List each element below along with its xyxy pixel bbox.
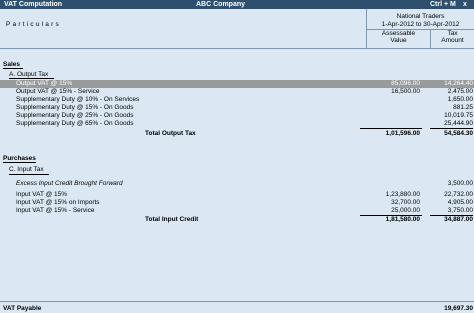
row-label: Supplementary Duty @ 25% - On Goods (16, 112, 134, 119)
row-label: Supplementary Duty @ 15% - On Goods (16, 104, 134, 111)
row-tax: 22,732.00 (444, 191, 473, 198)
col-tax-line1: Tax (447, 30, 458, 37)
total-output-label: Total Output Tax (145, 130, 196, 137)
row-tax: 2,475.00 (447, 88, 473, 95)
table-row[interactable]: Input VAT @ 15% - Service 25,000.00 3,75… (0, 207, 474, 215)
row-tax: 881.25 (453, 104, 473, 111)
row-label: Input VAT @ 15% - Service (16, 207, 95, 214)
total-rule-value (360, 128, 422, 129)
row-tax: 1,650.00 (447, 96, 473, 103)
title-bar: VAT Computation ABC Company Ctrl + M x (0, 0, 474, 9)
row-tax: 3,750.00 (447, 207, 473, 214)
total-output-tax: 54,584.30 (444, 130, 473, 137)
vat-computation-screen: VAT Computation ABC Company Ctrl + M x P… (0, 0, 474, 313)
vat-payable-label: VAT Payable (3, 305, 42, 312)
row-tax: 10,019.75 (444, 112, 473, 119)
row-label: Supplementary Duty @ 65% - On Goods (16, 120, 134, 127)
col-assessable-line2: Value (390, 37, 407, 44)
row-label: Output VAT @ 15% - Service (16, 88, 100, 95)
row-tax: 3,500.00 (447, 180, 473, 187)
close-icon[interactable]: x (463, 0, 467, 9)
input-tax-underline (9, 174, 49, 175)
shortcut-ctrl-m[interactable]: Ctrl + M (430, 0, 456, 9)
table-row[interactable]: Excess Input Credit Brought Forward 3,50… (0, 180, 474, 188)
row-label: Output VAT @ 15% (16, 80, 73, 87)
col-tax-line2: Amount (441, 37, 464, 44)
sales-underline (3, 68, 23, 69)
row-tax: 14,264.40 (444, 80, 473, 87)
table-row[interactable]: Supplementary Duty @ 65% - On Goods 25,4… (0, 120, 474, 128)
table-row[interactable]: Supplementary Duty @ 25% - On Goods 10,0… (0, 112, 474, 120)
table-row[interactable]: Output VAT @ 15% 85,096.00 14,264.40 (0, 80, 474, 88)
total-input-row[interactable]: Total Input Credit 1,81,580.00 34,887.00 (0, 216, 474, 224)
row-tax: 25,444.90 (444, 120, 473, 127)
total-input-tax: 34,887.00 (444, 216, 473, 223)
vat-payable-amount: 19,697.30 (444, 305, 473, 312)
purchases-underline (3, 162, 36, 163)
total-rule-tax (430, 128, 473, 129)
row-label: Excess Input Credit Brought Forward (16, 180, 123, 187)
col-assessable-line1: Assessable (381, 30, 416, 37)
header-rule (0, 48, 474, 49)
row-tax: 4,905.00 (447, 199, 473, 206)
payable-rule (0, 301, 474, 302)
input-tax-heading: C. Input Tax (9, 166, 44, 173)
table-row[interactable]: Supplementary Duty @ 15% - On Goods 881.… (0, 104, 474, 112)
table-row[interactable]: Supplementary Duty @ 10% - On Services 1… (0, 96, 474, 104)
particulars-heading: Particulars (6, 21, 61, 28)
total-input-label: Total Input Credit (145, 216, 199, 223)
output-tax-underline (9, 78, 54, 79)
row-label: Input VAT @ 15% (16, 191, 68, 198)
party-name: National Traders (396, 13, 445, 20)
table-row[interactable]: Input VAT @ 15% on Imports 32,700.00 4,9… (0, 199, 474, 207)
period-range: 1-Apr-2012 to 30-Apr-2012 (381, 21, 460, 28)
table-row[interactable]: Input VAT @ 15% 1,23,880.00 22,732.00 (0, 191, 474, 199)
vat-payable-row[interactable]: VAT Payable 19,697.30 (0, 304, 474, 313)
row-label: Supplementary Duty @ 10% - On Services (16, 96, 140, 103)
company-name: ABC Company (196, 1, 246, 8)
window-title: VAT Computation (4, 1, 63, 8)
row-label: Input VAT @ 15% on Imports (16, 199, 100, 206)
table-row[interactable]: Output VAT @ 15% - Service 16,500.00 2,4… (0, 88, 474, 96)
total-output-row[interactable]: Total Output Tax 1,01,596.00 54,584.30 (0, 130, 474, 138)
